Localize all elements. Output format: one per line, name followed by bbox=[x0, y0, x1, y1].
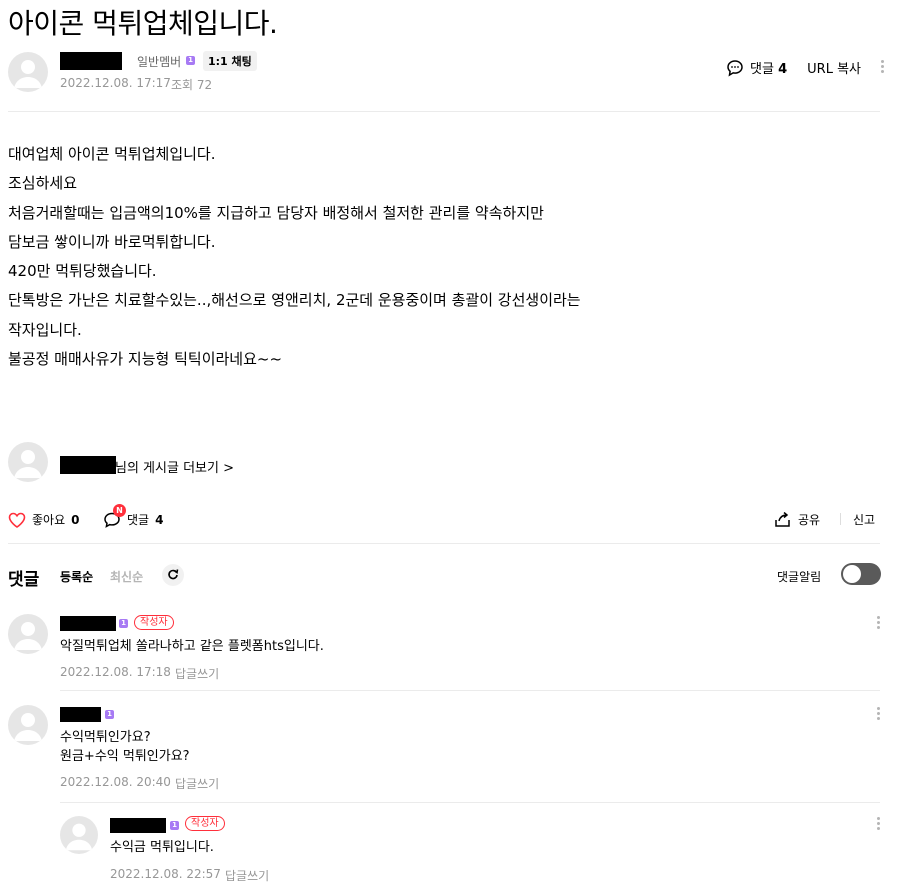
url-copy-button[interactable]: URL 복사 bbox=[807, 58, 861, 77]
body-line: 처음거래할때는 입금액의10%를 지급하고 담당자 배정해서 철저한 관리를 약… bbox=[8, 203, 544, 222]
comment-text: 수익먹튀인가요? bbox=[60, 730, 151, 745]
divider bbox=[60, 802, 880, 803]
body-line: 대여업체 아이콘 먹튀업체입니다. bbox=[8, 145, 216, 163]
reply-button[interactable]: 답글쓰기 bbox=[175, 775, 219, 792]
comment-more-menu[interactable] bbox=[877, 616, 881, 631]
comment-date: 2022.12.08. 20:40 bbox=[60, 775, 171, 789]
refresh-icon bbox=[168, 569, 179, 580]
comment-notify-toggle[interactable] bbox=[841, 563, 881, 585]
member-type-label: 일반멤버 bbox=[137, 55, 182, 69]
author-badge: 작성자 bbox=[185, 816, 225, 831]
member-level-badge: 1 bbox=[119, 619, 128, 628]
reply-button[interactable]: 답글쓰기 bbox=[225, 867, 269, 884]
sort-latest[interactable]: 최신순 bbox=[110, 568, 143, 585]
default-profile-icon bbox=[65, 823, 93, 851]
divider bbox=[8, 543, 880, 544]
body-line: 조심하세요 bbox=[8, 174, 78, 193]
author-name-redacted bbox=[60, 456, 116, 474]
commenter-name-redacted[interactable] bbox=[60, 707, 101, 722]
comment-more-menu[interactable] bbox=[877, 707, 881, 722]
default-profile-icon bbox=[14, 60, 42, 88]
body-line: 담보금 쌓이니까 바로먹튀합니다. bbox=[8, 232, 216, 251]
comment-text: 수익금 먹튀입니다. bbox=[110, 840, 214, 855]
post-more-menu[interactable] bbox=[881, 60, 885, 75]
post-top-actions: 댓글 4 URL 복사 bbox=[726, 58, 885, 77]
commenter-avatar[interactable] bbox=[8, 705, 48, 745]
post-title: 아이콘 먹튀업체입니다. bbox=[8, 7, 278, 40]
toggle-knob bbox=[843, 565, 861, 583]
bar-separator bbox=[840, 513, 841, 525]
post-date: 2022.12.08. 17:17 bbox=[60, 76, 171, 90]
reply-button[interactable]: 답글쓰기 bbox=[175, 665, 219, 682]
divider bbox=[60, 690, 880, 691]
comments-heading: 댓글 bbox=[8, 570, 40, 590]
commenter-name-redacted[interactable] bbox=[110, 818, 166, 833]
one-to-one-chat-button[interactable]: 1:1 채팅 bbox=[203, 51, 257, 71]
comment-text: 악질먹튀업체 쏠라나하고 같은 플렛폼hts입니다. bbox=[60, 639, 324, 654]
default-profile-icon bbox=[14, 622, 42, 650]
comment-bubble-icon bbox=[727, 59, 743, 76]
body-line: 단톡방은 가난은 치료할수있는..,해선으로 영앤리치, 2군데 운용중이며 총… bbox=[8, 291, 581, 310]
member-level-badge: 1 bbox=[170, 821, 179, 830]
body-line: 작자입니다. bbox=[8, 320, 82, 339]
share-button[interactable]: 공유 bbox=[774, 511, 820, 528]
body-line: 420만 먹튀당했습니다. bbox=[8, 262, 157, 281]
author-badge: 작성자 bbox=[134, 615, 174, 630]
post-views: 조회 72 bbox=[171, 78, 213, 92]
member-level-badge: 1 bbox=[105, 710, 114, 719]
comment-notify-label: 댓글알림 bbox=[777, 570, 822, 584]
member-level-badge: 1 bbox=[186, 56, 195, 65]
commenter-avatar[interactable] bbox=[8, 614, 48, 654]
comment-link[interactable]: 댓글 4 bbox=[750, 58, 787, 77]
post-body: 대여업체 아이콘 먹튀업체입니다. 조심하세요 처음거래할때는 입금액의10%를… bbox=[8, 140, 581, 374]
author-avatar[interactable] bbox=[8, 52, 48, 92]
default-profile-icon bbox=[14, 450, 42, 478]
more-posts-link[interactable]: 님의 게시글 더보기 > bbox=[115, 457, 234, 476]
sort-registered[interactable]: 등록순 bbox=[60, 568, 93, 585]
heart-icon bbox=[8, 512, 26, 528]
post-page: 아이콘 먹튀업체입니다. 일반멤버 1 1:1 채팅 2022.12.08. 1… bbox=[0, 0, 907, 892]
comment-more-menu[interactable] bbox=[877, 817, 881, 832]
author-avatar-small[interactable] bbox=[8, 442, 48, 482]
commenter-name-redacted[interactable] bbox=[60, 616, 116, 631]
comment-date: 2022.12.08. 22:57 bbox=[110, 867, 221, 881]
comment-count-button[interactable]: N 댓글 4 bbox=[103, 503, 163, 528]
share-icon bbox=[775, 511, 790, 527]
comment-text: 원금+수익 먹튀인가요? bbox=[60, 749, 190, 764]
like-button[interactable]: 좋아요 0 bbox=[8, 511, 79, 528]
author-name-redacted[interactable] bbox=[60, 52, 122, 70]
new-comment-badge: N bbox=[113, 503, 126, 517]
report-button[interactable]: 신고 bbox=[853, 511, 875, 528]
comment-date: 2022.12.08. 17:18 bbox=[60, 665, 171, 679]
refresh-comments-button[interactable] bbox=[162, 564, 184, 586]
default-profile-icon bbox=[14, 713, 42, 741]
body-line: 불공정 매매사유가 지능형 틱틱이라네요~~ bbox=[8, 350, 283, 369]
divider bbox=[8, 111, 880, 112]
commenter-avatar[interactable] bbox=[60, 816, 98, 854]
